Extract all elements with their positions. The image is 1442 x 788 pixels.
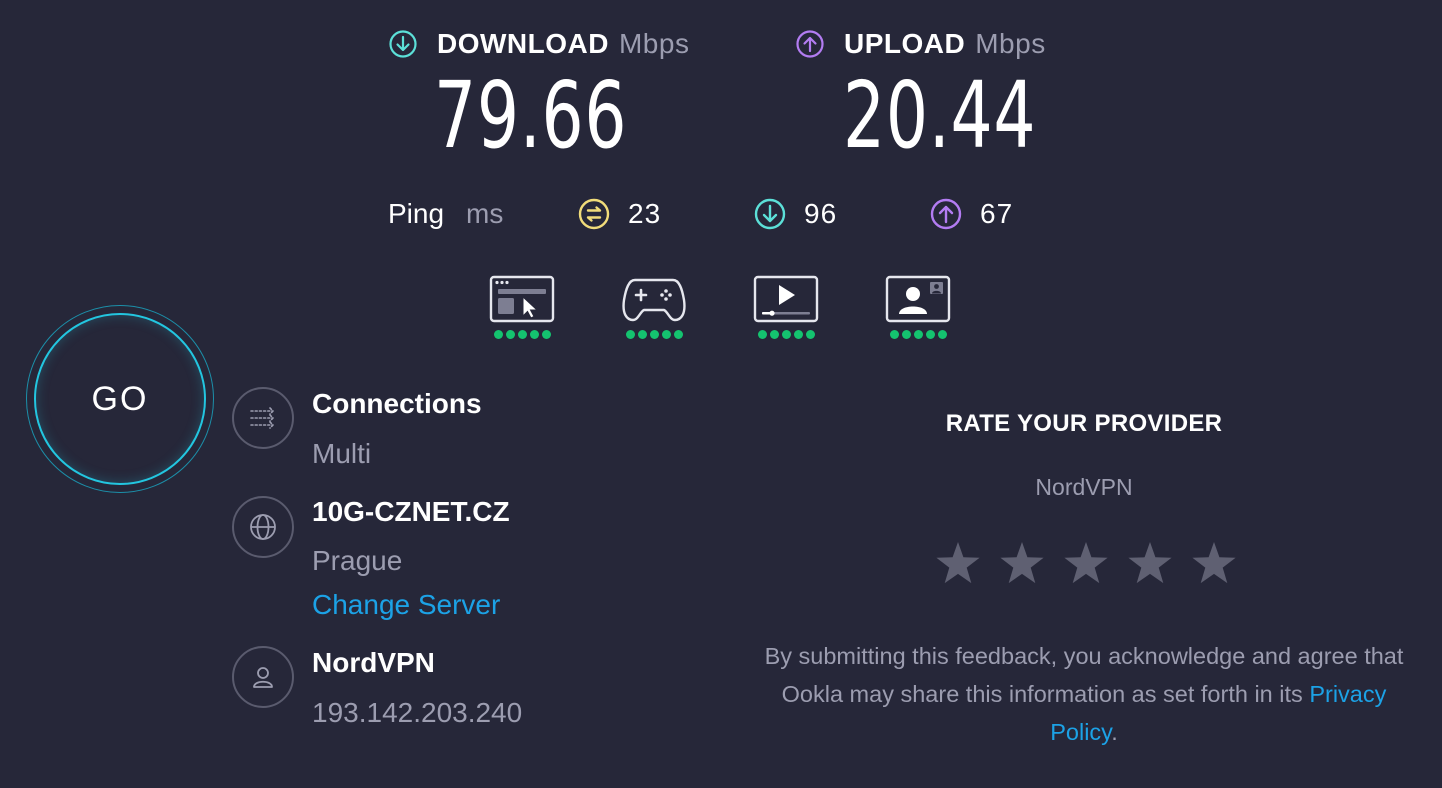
download-arrow-icon xyxy=(389,30,417,58)
star-icon xyxy=(1000,542,1044,584)
upload-header: UPLOAD Mbps xyxy=(796,26,1046,62)
ping-row: Ping ms 23 96 67 xyxy=(388,196,1038,236)
web-browsing-icon xyxy=(489,275,555,323)
upload-arrow-icon xyxy=(796,30,824,58)
change-server-link[interactable]: Change Server xyxy=(312,589,500,621)
disclaimer-period: . xyxy=(1111,719,1118,745)
connections-title: Connections xyxy=(312,388,482,419)
star-icon xyxy=(936,542,980,584)
connections-icon-circle xyxy=(232,387,294,449)
star-icon xyxy=(1192,542,1236,584)
ping-idle-value: 23 xyxy=(628,198,662,229)
usecase-gaming[interactable] xyxy=(621,274,687,344)
video-chat-icon xyxy=(885,275,951,323)
download-header: DOWNLOAD Mbps xyxy=(389,26,689,62)
globe-icon xyxy=(250,514,276,540)
ping-upload-value: 67 xyxy=(980,198,1014,229)
rate-provider-name: NordVPN xyxy=(1035,474,1133,500)
star-icon xyxy=(1128,542,1172,584)
download-unit: Mbps xyxy=(618,28,690,59)
server-location: Prague xyxy=(312,545,403,576)
ping-download-value: 96 xyxy=(804,198,838,229)
upload-speed-value: 20.44 xyxy=(843,62,1037,169)
star-3-button[interactable] xyxy=(1062,540,1110,588)
connections-mode: Multi xyxy=(312,438,372,469)
feedback-disclaimer: By submitting this feedback, you acknowl… xyxy=(764,637,1404,751)
go-button[interactable]: GO xyxy=(34,313,206,485)
ping-idle: 23 xyxy=(578,196,661,232)
upload-label: UPLOAD xyxy=(844,28,966,59)
star-rating xyxy=(934,540,1238,588)
connections-arrows-icon xyxy=(250,407,274,429)
provider-ip: 193.142.203.240 xyxy=(312,697,523,728)
star-4-button[interactable] xyxy=(1126,540,1174,588)
gaming-controller-icon xyxy=(622,278,686,322)
star-5-button[interactable] xyxy=(1190,540,1238,588)
usecase-video-chat[interactable] xyxy=(885,274,951,344)
download-speed-value: 79.66 xyxy=(434,62,628,169)
disclaimer-text: By submitting this feedback, you acknowl… xyxy=(764,643,1404,707)
server-name: 10G-CZNET.CZ xyxy=(312,496,510,527)
user-icon xyxy=(253,667,273,688)
video-streaming-rating xyxy=(753,330,819,339)
web-browsing-rating xyxy=(489,330,555,339)
download-label: DOWNLOAD xyxy=(437,28,609,59)
speedtest-results-panel: DOWNLOAD Mbps 79.66 UPLOAD Mbps 20.44 Pi… xyxy=(0,0,1442,788)
ping-label: Ping xyxy=(388,198,445,229)
ping-unit: ms xyxy=(466,198,504,229)
provider-icon-circle xyxy=(232,646,294,708)
star-2-button[interactable] xyxy=(998,540,1046,588)
download-arrow-icon xyxy=(754,198,786,230)
star-1-button[interactable] xyxy=(934,540,982,588)
ping-download: 96 xyxy=(754,196,837,232)
usecase-video-streaming[interactable] xyxy=(753,274,819,344)
video-chat-rating xyxy=(885,330,951,339)
star-icon xyxy=(1064,542,1108,584)
server-icon-circle xyxy=(232,496,294,558)
rate-provider-title: RATE YOUR PROVIDER xyxy=(945,410,1223,437)
ping-idle-icon xyxy=(578,198,610,230)
upload-arrow-icon xyxy=(930,198,962,230)
video-streaming-icon xyxy=(753,275,819,323)
upload-unit: Mbps xyxy=(975,28,1046,59)
ping-upload: 67 xyxy=(930,196,1013,232)
usecase-web-browsing[interactable] xyxy=(489,274,555,344)
provider-name: NordVPN xyxy=(312,647,435,678)
gaming-rating xyxy=(621,330,687,339)
